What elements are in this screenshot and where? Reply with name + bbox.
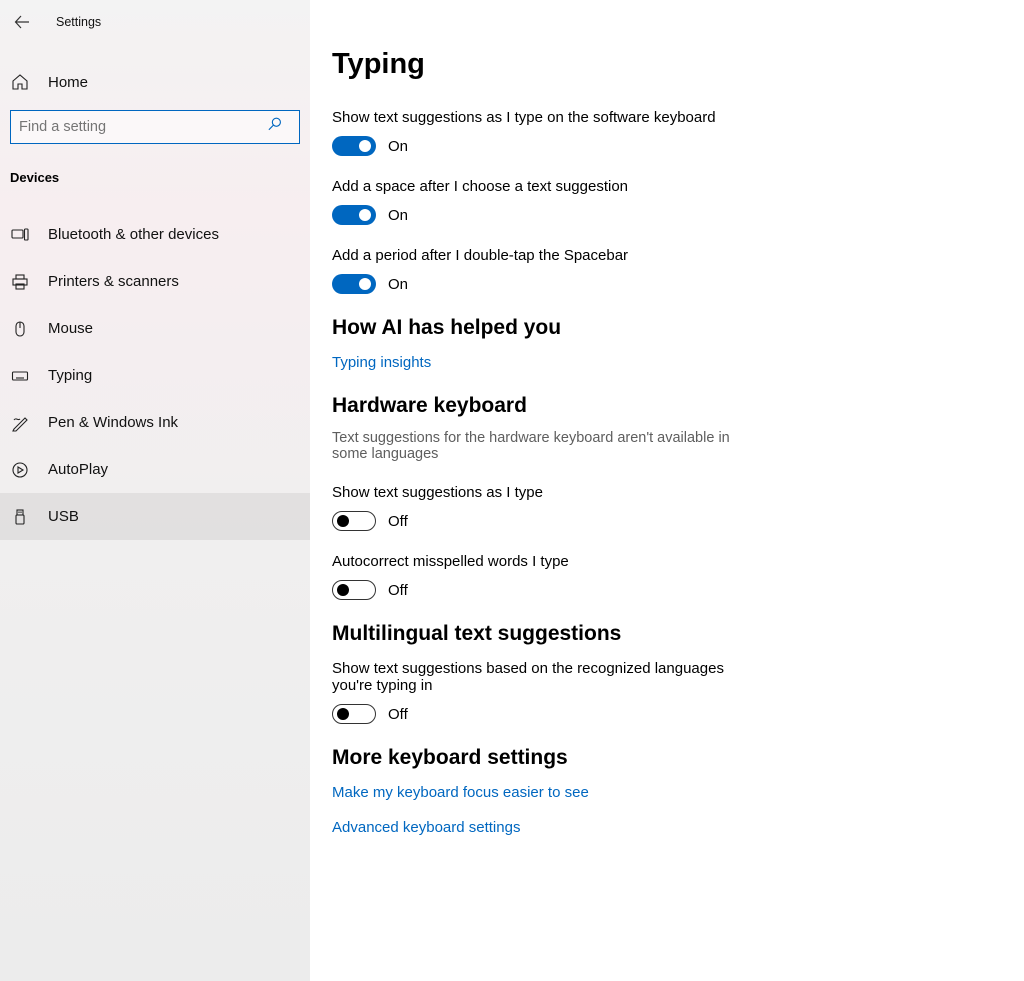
setting-label: Add a space after I choose a text sugges… xyxy=(332,178,872,195)
setting-add-space: Add a space after I choose a text sugges… xyxy=(332,178,872,225)
page-title: Typing xyxy=(332,48,872,81)
toggle-hw-suggestions[interactable] xyxy=(332,511,376,531)
section-hardware-desc: Text suggestions for the hardware keyboa… xyxy=(332,430,752,462)
sidebar-item-typing[interactable]: Typing xyxy=(0,352,310,399)
more-links: Make my keyboard focus easier to see Adv… xyxy=(332,784,872,836)
back-button[interactable] xyxy=(12,12,32,32)
setting-add-period: Add a period after I double-tap the Spac… xyxy=(332,247,872,294)
pen-icon xyxy=(10,413,30,433)
printer-icon xyxy=(10,272,30,292)
devices-icon xyxy=(10,225,30,245)
setting-software-suggestions: Show text suggestions as I type on the s… xyxy=(332,109,872,156)
sidebar-item-printers[interactable]: Printers & scanners xyxy=(0,258,310,305)
toggle-state-label: Off xyxy=(388,582,408,599)
sidebar-item-autoplay[interactable]: AutoPlay xyxy=(0,446,310,493)
nav-list: Bluetooth & other devices Printers & sca… xyxy=(0,211,310,540)
setting-label: Autocorrect misspelled words I type xyxy=(332,553,872,570)
setting-label: Show text suggestions as I type on the s… xyxy=(332,109,872,126)
toggle-state-label: Off xyxy=(388,706,408,723)
sidebar-item-bluetooth[interactable]: Bluetooth & other devices xyxy=(0,211,310,258)
setting-hw-suggestions: Show text suggestions as I type Off xyxy=(332,484,872,531)
sidebar-item-label: Pen & Windows Ink xyxy=(48,414,178,431)
autoplay-icon xyxy=(10,460,30,480)
toggle-add-period[interactable] xyxy=(332,274,376,294)
toggle-multilingual[interactable] xyxy=(332,704,376,724)
sidebar-item-label: USB xyxy=(48,508,79,525)
setting-autocorrect: Autocorrect misspelled words I type Off xyxy=(332,553,872,600)
sidebar: Settings Home Devices Bluetooth & other … xyxy=(0,0,310,981)
mouse-icon xyxy=(10,319,30,339)
titlebar: Settings xyxy=(0,0,310,44)
sidebar-item-pen[interactable]: Pen & Windows Ink xyxy=(0,399,310,446)
main-content: Typing Show text suggestions as I type o… xyxy=(310,0,1024,981)
search-input[interactable] xyxy=(10,110,300,144)
sidebar-home-label: Home xyxy=(48,74,88,91)
section-hardware-title: Hardware keyboard xyxy=(332,394,872,418)
toggle-state-label: On xyxy=(388,207,408,224)
toggle-add-space[interactable] xyxy=(332,205,376,225)
section-more-title: More keyboard settings xyxy=(332,746,872,770)
sidebar-item-home[interactable]: Home xyxy=(0,62,310,102)
setting-label: Show text suggestions as I type xyxy=(332,484,872,501)
toggle-state-label: On xyxy=(388,138,408,155)
section-ai-title: How AI has helped you xyxy=(332,316,872,340)
category-header: Devices xyxy=(0,156,310,185)
window-title: Settings xyxy=(56,15,101,29)
link-keyboard-focus[interactable]: Make my keyboard focus easier to see xyxy=(332,784,872,801)
section-multilingual-title: Multilingual text suggestions xyxy=(332,622,872,646)
sidebar-item-label: Mouse xyxy=(48,320,93,337)
setting-multilingual: Show text suggestions based on the recog… xyxy=(332,660,872,724)
arrow-left-icon xyxy=(14,14,30,30)
sidebar-item-label: Typing xyxy=(48,367,92,384)
sidebar-item-label: Bluetooth & other devices xyxy=(48,226,219,243)
sidebar-item-label: AutoPlay xyxy=(48,461,108,478)
search-container xyxy=(0,102,310,156)
sidebar-item-usb[interactable]: USB xyxy=(0,493,310,540)
keyboard-icon xyxy=(10,366,30,386)
home-icon xyxy=(10,72,30,92)
setting-label: Add a period after I double-tap the Spac… xyxy=(332,247,872,264)
toggle-state-label: On xyxy=(388,276,408,293)
usb-icon xyxy=(10,507,30,527)
sidebar-item-mouse[interactable]: Mouse xyxy=(0,305,310,352)
setting-label: Show text suggestions based on the recog… xyxy=(332,660,732,694)
sidebar-item-label: Printers & scanners xyxy=(48,273,179,290)
toggle-state-label: Off xyxy=(388,513,408,530)
toggle-autocorrect[interactable] xyxy=(332,580,376,600)
link-advanced-keyboard[interactable]: Advanced keyboard settings xyxy=(332,819,872,836)
link-typing-insights[interactable]: Typing insights xyxy=(332,354,431,371)
toggle-software-suggestions[interactable] xyxy=(332,136,376,156)
